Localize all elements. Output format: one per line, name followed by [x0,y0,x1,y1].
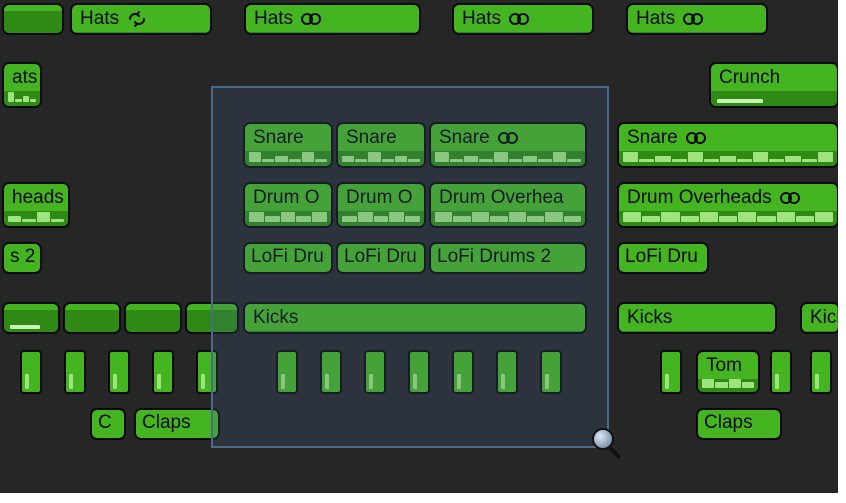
region-hit[interactable] [152,350,174,394]
region-lofi-drums[interactable]: LoFi Dru [336,242,426,274]
region-label: C [98,413,112,434]
arrange-canvas[interactable]: Hats Hats Hats Hats [0,0,846,503]
region-snare[interactable]: Snare [429,122,587,168]
region-hit[interactable] [540,350,562,394]
zoom-cursor-icon [590,426,624,460]
region-hit[interactable] [320,350,342,394]
region-label: Drum Overheads [627,188,772,209]
region-label: Drum O [346,188,413,209]
region-label: Crunch [719,68,780,89]
region-kicks-fragment[interactable] [2,302,60,334]
region-hats-cut[interactable]: ats [2,62,42,108]
region-kicks[interactable]: Kicks [617,302,777,334]
region-label: heads [12,188,64,209]
region-kicks-fragment[interactable] [185,302,239,334]
region-label: s 2 [10,247,35,268]
loop-icon [681,11,705,27]
region-claps-short[interactable]: C [90,408,126,440]
loop-icon [507,11,531,27]
region-claps[interactable]: Claps [134,408,220,440]
region-hit[interactable] [108,350,130,394]
page-edge [838,0,846,503]
region-lofi-drums[interactable]: LoFi Dru [243,242,333,274]
region-drum-overheads[interactable]: Drum O [336,182,426,228]
region-label: LoFi Drums 2 [437,247,551,268]
region-label: Tom [706,356,742,377]
region-hats-fragment[interactable] [2,3,64,35]
region-lofi-drums[interactable]: LoFi Drums 2 [429,242,587,274]
region-label: Kick [810,308,838,329]
loop-icon [299,11,323,27]
region-drum-overheads[interactable]: Drum Overhea [429,182,587,228]
region-label: LoFi Dru [251,247,324,268]
region-hats[interactable]: Hats [452,3,594,35]
region-label: Hats [462,9,501,30]
region-hats[interactable]: Hats [626,3,768,35]
region-snare[interactable]: Snare [336,122,426,168]
region-crunch[interactable]: Crunch [709,62,839,108]
region-kicks[interactable]: Kicks [243,302,587,334]
region-hit[interactable] [496,350,518,394]
region-hit[interactable] [64,350,86,394]
region-hit[interactable] [408,350,430,394]
region-label: Snare [253,128,304,149]
region-hit[interactable] [276,350,298,394]
page-edge [0,493,846,503]
region-snare[interactable]: Snare [243,122,333,168]
region-hit[interactable] [452,350,474,394]
loop-icon [125,11,149,27]
region-label: Claps [142,413,191,434]
region-tom[interactable]: Tom [696,350,760,394]
region-label: Snare [439,128,490,149]
region-hit[interactable] [364,350,386,394]
region-kicks-fragment[interactable] [124,302,182,334]
region-hats[interactable]: Hats [70,3,212,35]
region-drum-overheads[interactable]: Drum Overheads [617,182,839,228]
region-label: Hats [80,9,119,30]
region-hit[interactable] [770,350,792,394]
loop-icon [778,190,802,206]
region-label: LoFi Dru [344,247,417,268]
loop-icon [684,130,708,146]
region-label: Hats [254,9,293,30]
region-label: Drum O [253,188,320,209]
region-claps[interactable]: Claps [696,408,782,440]
region-hit[interactable] [810,350,832,394]
region-kick[interactable]: Kick [800,302,840,334]
loop-icon [496,130,520,146]
region-drum-overheads[interactable]: Drum O [243,182,333,228]
region-hit[interactable] [20,350,42,394]
region-lofi-cut[interactable]: s 2 [2,242,42,274]
region-kicks-fragment[interactable] [63,302,121,334]
region-label: Drum Overhea [439,188,564,209]
region-label: Kicks [253,308,298,329]
region-hats[interactable]: Hats [244,3,421,35]
region-label: ats [12,68,37,89]
region-snare[interactable]: Snare [617,122,839,168]
region-hit[interactable] [660,350,682,394]
region-label: Claps [704,413,753,434]
region-label: Kicks [627,308,672,329]
region-label: Hats [636,9,675,30]
region-label: Snare [346,128,397,149]
region-label: LoFi Dru [625,247,698,268]
region-hit[interactable] [196,350,218,394]
region-label: Snare [627,128,678,149]
region-overheads-cut[interactable]: heads [2,182,70,228]
region-lofi-drums[interactable]: LoFi Dru [617,242,709,274]
